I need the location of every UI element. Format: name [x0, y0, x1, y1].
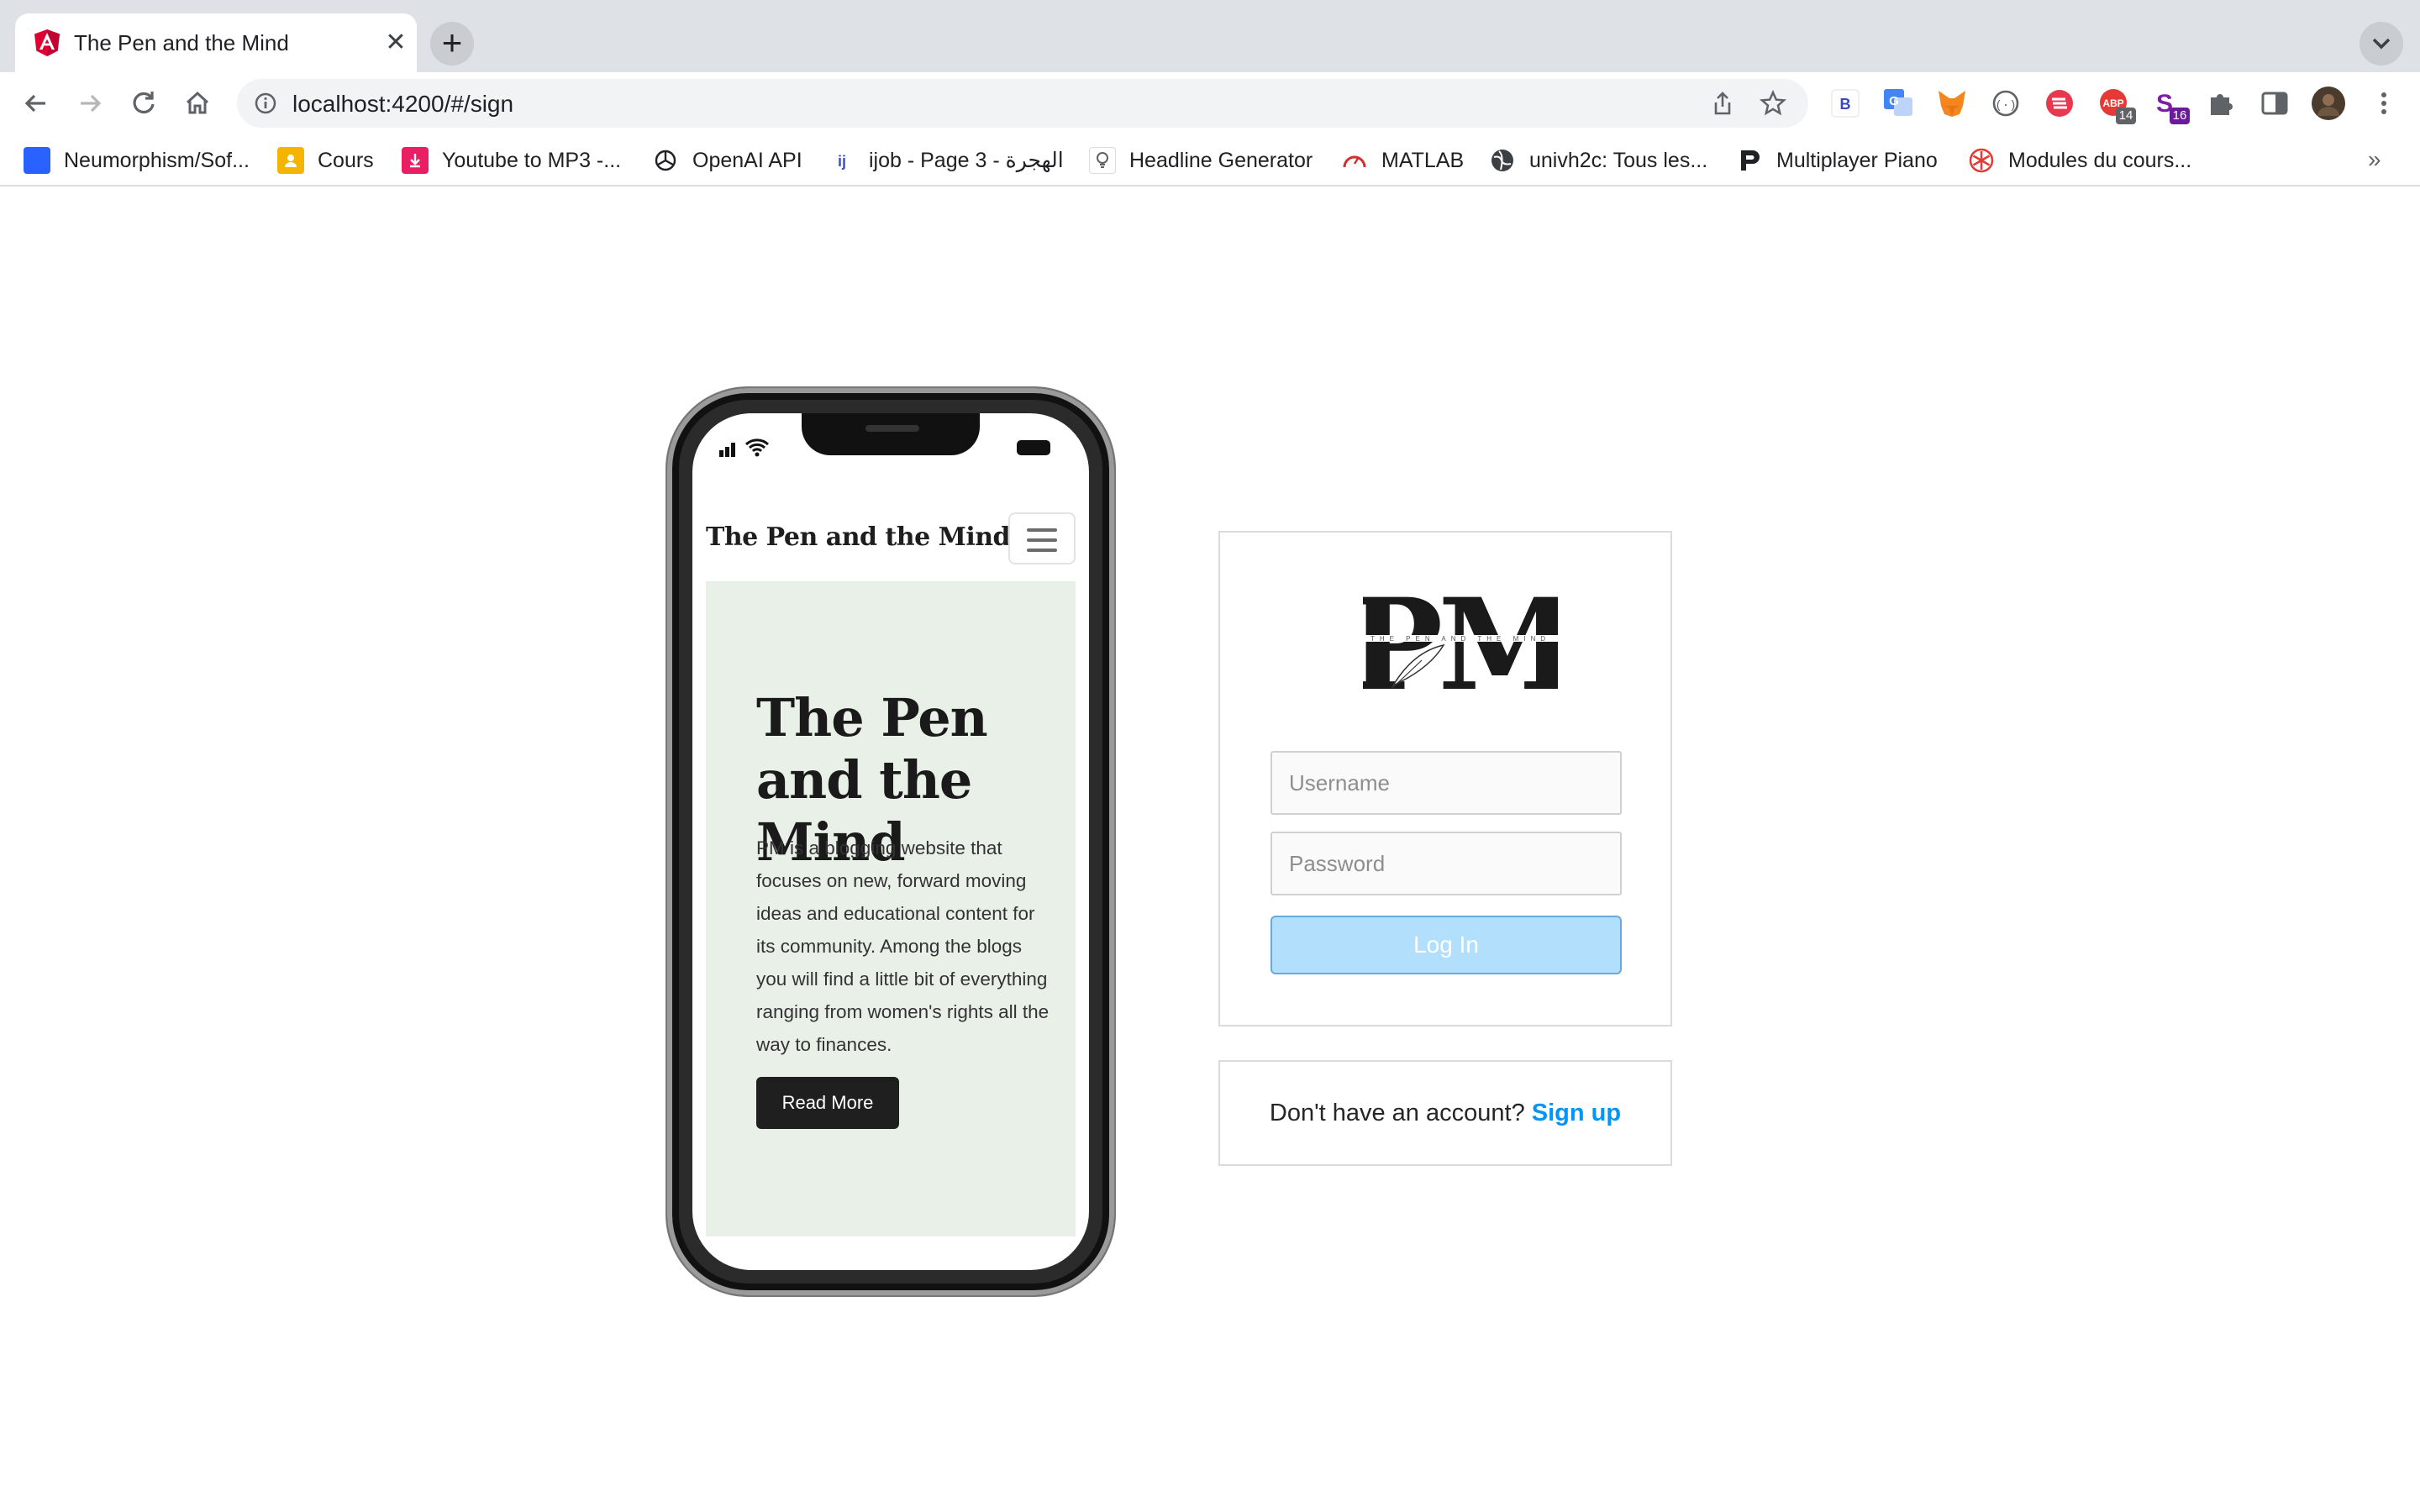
- bookmark-youtube-mp3[interactable]: Youtube to MP3 -...: [402, 144, 621, 176]
- sign-in-page: The Pen and the Mind The Pen and the Min…: [0, 186, 2420, 1512]
- bookmark-label: univh2c: Tous les...: [1529, 148, 1708, 172]
- forward-arrow-icon[interactable]: [72, 86, 108, 121]
- url-text[interactable]: localhost:4200/#/sign: [292, 91, 513, 118]
- bookmark-neumorphism[interactable]: Neumorphism/Sof...: [24, 144, 250, 176]
- bookmark-label: Headline Generator: [1129, 148, 1313, 172]
- bookmark-label: MATLAB: [1381, 148, 1465, 172]
- signup-card: Don't have an account? Sign up: [1218, 1060, 1672, 1166]
- bookmarks-bar: Neumorphism/Sof... Cours Youtube to MP3 …: [0, 134, 2420, 186]
- google-translate-icon[interactable]: G: [1881, 86, 1916, 121]
- google-classroom-icon: [277, 147, 304, 174]
- hero-description: PM is a blogging website that focuses on…: [756, 837, 1050, 1055]
- login-button[interactable]: Log In: [1270, 916, 1622, 974]
- address-bar[interactable]: localhost:4200/#/sign: [237, 79, 1808, 128]
- adblock-icon[interactable]: ABP 14: [2096, 86, 2136, 124]
- share-icon[interactable]: [1709, 90, 1736, 117]
- svg-text:ij: ij: [838, 153, 846, 170]
- adblock-badge: 14: [2116, 108, 2136, 124]
- back-arrow-icon[interactable]: [18, 86, 54, 121]
- tab-title: The Pen and the Mind: [74, 30, 289, 55]
- bookmark-label: Neumorphism/Sof...: [64, 148, 250, 172]
- login-card: PM THE PEN AND THE MIND Log In: [1218, 531, 1672, 1026]
- stack-extension-icon[interactable]: [2042, 86, 2077, 121]
- signal-icon: [719, 443, 735, 457]
- bookmark-label: OpenAI API: [692, 148, 802, 172]
- globe-icon: [1489, 147, 1516, 174]
- bookmark-univh2c[interactable]: univh2c: Tous les...: [1489, 144, 1707, 176]
- metamask-icon[interactable]: [1934, 86, 1970, 121]
- bookmark-headline-generator[interactable]: Headline Generator: [1089, 144, 1313, 176]
- phone-mockup: The Pen and the Mind The Pen and the Min…: [667, 388, 1114, 1295]
- signup-prompt: Don't have an account?: [1269, 1100, 1532, 1126]
- bookmark-label: Cours: [318, 148, 374, 172]
- svg-text:G: G: [1889, 94, 1899, 108]
- wifi-icon: [744, 438, 770, 457]
- username-input[interactable]: [1270, 751, 1622, 815]
- home-icon[interactable]: [180, 86, 215, 121]
- gauge-icon: [1341, 147, 1368, 174]
- angular-icon: [34, 29, 60, 56]
- s-extension-badge: 16: [2170, 108, 2190, 124]
- signup-link[interactable]: Sign up: [1532, 1100, 1621, 1126]
- code-extension-icon[interactable]: (·): [1988, 86, 2023, 121]
- reload-icon[interactable]: [126, 86, 161, 121]
- bookmark-label: Modules du cours...: [2008, 148, 2192, 172]
- phone-notch: [802, 413, 980, 455]
- new-tab-button[interactable]: +: [430, 22, 474, 66]
- openai-icon: [652, 147, 679, 174]
- tab-search-button[interactable]: [2360, 22, 2403, 66]
- pm-logo: PM THE PEN AND THE MIND: [1363, 591, 1558, 692]
- hamburger-menu-icon: [1008, 512, 1076, 564]
- svg-text:(·): (·): [1995, 99, 2016, 113]
- info-icon[interactable]: [254, 92, 277, 115]
- phone-screen: The Pen and the Mind The Pen and the Min…: [692, 413, 1089, 1270]
- read-more-button: Read More: [756, 1077, 899, 1129]
- bookmark-ijob[interactable]: ij ijob - Page 3 - الهجرة: [829, 144, 1064, 176]
- kebab-menu-icon[interactable]: [2366, 86, 2402, 121]
- ijob-icon: ij: [829, 147, 855, 174]
- download-icon: [402, 147, 429, 174]
- battery-icon: [1017, 440, 1050, 455]
- bookmark-cours[interactable]: Cours: [277, 144, 374, 176]
- bookmark-star-icon[interactable]: [1760, 90, 1786, 117]
- tab-close-icon[interactable]: ✕: [383, 30, 408, 55]
- bookmark-modules-du-cours[interactable]: Modules du cours...: [1968, 144, 2191, 176]
- piano-icon: [1736, 147, 1763, 174]
- bookmark-matlab[interactable]: MATLAB: [1341, 144, 1464, 176]
- phone-speaker: [865, 425, 919, 432]
- b-extension-icon[interactable]: B: [1828, 86, 1863, 121]
- puzzle-icon[interactable]: [2203, 86, 2238, 121]
- s-extension-icon[interactable]: S 16: [2149, 86, 2190, 124]
- password-input[interactable]: [1270, 832, 1622, 895]
- mobile-brand-title: The Pen and the Mind: [706, 522, 1011, 552]
- snowflake-icon: [1968, 147, 1995, 174]
- bookmark-label: ijob - Page 3 - الهجرة: [869, 149, 1064, 172]
- bookmark-openai[interactable]: OpenAI API: [652, 144, 802, 176]
- bookmarks-overflow-chevron-icon[interactable]: »: [2368, 146, 2381, 173]
- logo-tagline: THE PEN AND THE MIND: [1370, 635, 1550, 643]
- neumorphism-icon: [24, 147, 50, 174]
- chevron-down-icon: [2372, 38, 2391, 50]
- lightbulb-icon: [1089, 147, 1116, 174]
- sidepanel-icon[interactable]: [2257, 86, 2292, 121]
- svg-text:B: B: [1840, 96, 1851, 113]
- profile-avatar[interactable]: [2311, 86, 2346, 121]
- hero-section: The Pen and the Mind PM is a blogging we…: [706, 581, 1076, 1236]
- browser-tab[interactable]: The Pen and the Mind ✕: [15, 13, 417, 72]
- tab-strip: The Pen and the Mind ✕ +: [0, 0, 2420, 72]
- bookmark-label: Multiplayer Piano: [1776, 148, 1938, 172]
- bookmark-multiplayer-piano[interactable]: Multiplayer Piano: [1736, 144, 1938, 176]
- bookmark-label: Youtube to MP3 -...: [442, 148, 622, 172]
- browser-toolbar: localhost:4200/#/sign B G (·) ABP 14 S 1…: [0, 72, 2420, 134]
